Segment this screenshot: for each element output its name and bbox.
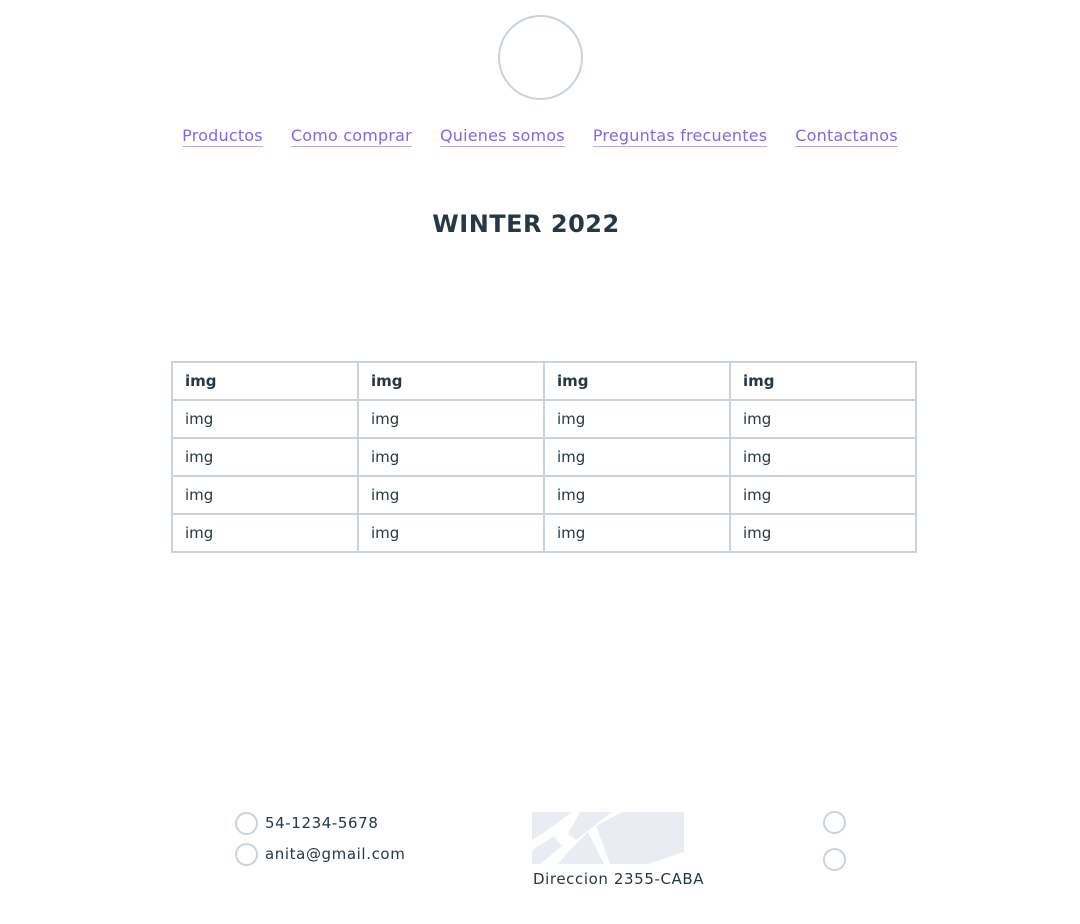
phone-icon	[235, 811, 258, 835]
nav-link-como-comprar[interactable]: Como comprar	[290, 126, 412, 147]
table-cell: img	[729, 437, 917, 477]
footer-address: Direccion 2355-CABA	[533, 870, 705, 888]
table-header-cell: img	[171, 361, 359, 401]
social-icon-2[interactable]	[823, 848, 846, 871]
footer-email-row: anita@gmail.com	[235, 842, 405, 866]
table-row: img img img img	[171, 437, 917, 477]
table-header-cell: img	[543, 361, 731, 401]
footer-contact: 54-1234-5678 anita@gmail.com	[235, 811, 405, 873]
table-cell: img	[171, 437, 359, 477]
footer-email: anita@gmail.com	[265, 845, 406, 863]
table-cell: img	[729, 513, 917, 553]
email-icon	[235, 842, 258, 866]
logo-placeholder	[498, 15, 583, 100]
table-cell: img	[543, 437, 731, 477]
table-cell: img	[729, 399, 917, 439]
map-icon	[532, 812, 684, 864]
table-cell: img	[357, 437, 545, 477]
main-nav: Productos Como comprar Quienes somos Pregun…	[0, 126, 1080, 147]
social-icon-1[interactable]	[823, 811, 846, 834]
table-row: img img img img	[171, 513, 917, 553]
product-table: img img img img img img img img img img …	[171, 361, 917, 553]
footer-phone: 54-1234-5678	[265, 814, 379, 832]
table-cell: img	[543, 475, 731, 515]
table-cell: img	[729, 475, 917, 515]
table-cell: img	[543, 513, 731, 553]
table-cell: img	[171, 399, 359, 439]
nav-link-quienes-somos[interactable]: Quienes somos	[439, 126, 565, 147]
table-cell: img	[357, 513, 545, 553]
table-row: img img img img	[171, 399, 917, 439]
table-cell: img	[357, 475, 545, 515]
table-header-cell: img	[729, 361, 917, 401]
table-cell: img	[543, 399, 731, 439]
nav-link-productos[interactable]: Productos	[182, 126, 263, 147]
table-cell: img	[357, 399, 545, 439]
nav-link-contactanos[interactable]: Contactanos	[795, 126, 898, 147]
table-header-cell: img	[357, 361, 545, 401]
table-header-row: img img img img	[171, 361, 917, 401]
table-cell: img	[171, 475, 359, 515]
footer-phone-row: 54-1234-5678	[235, 811, 405, 835]
nav-link-preguntas-frecuentes[interactable]: Preguntas frecuentes	[592, 126, 768, 147]
page-title: WINTER 2022	[432, 210, 620, 238]
table-cell: img	[171, 513, 359, 553]
table-row: img img img img	[171, 475, 917, 515]
